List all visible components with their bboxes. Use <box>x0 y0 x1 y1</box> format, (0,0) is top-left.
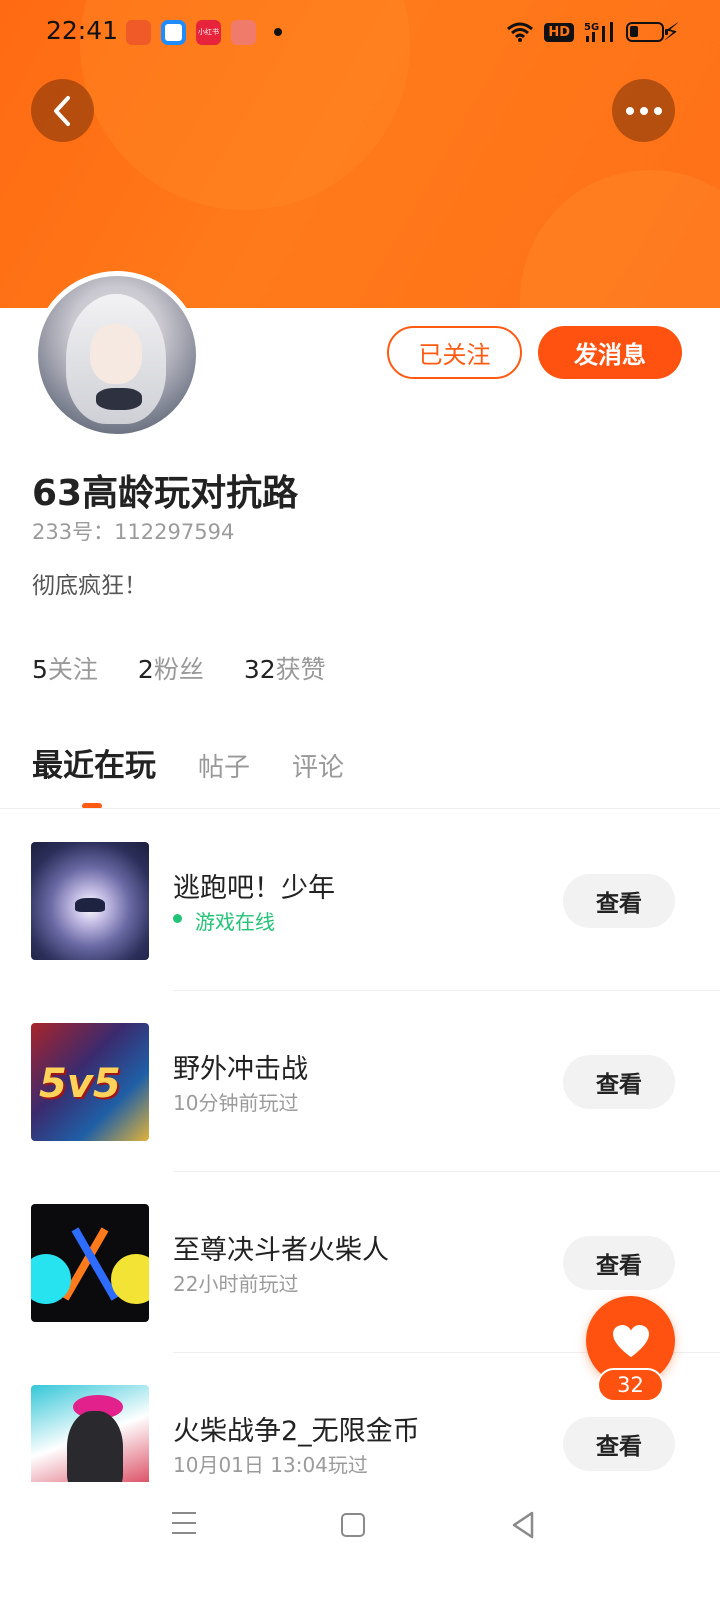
system-nav-bar <box>0 1482 720 1600</box>
username: 63高龄玩对抗路 <box>32 473 299 514</box>
svg-text:5G: 5G <box>584 22 599 33</box>
banner-decoration <box>520 170 720 308</box>
game-icon <box>31 1385 149 1483</box>
more-button[interactable] <box>612 79 675 142</box>
tab-recently-played[interactable]: 最近在玩 <box>32 740 156 785</box>
game-last-played: 10分钟前玩过 <box>173 1091 299 1115</box>
back-button[interactable] <box>31 79 94 142</box>
online-dot-icon <box>173 914 182 923</box>
stat-fans[interactable]: 2粉丝 <box>138 650 204 686</box>
system-icons: HD 5G <box>506 18 668 46</box>
game-last-played: 10月01日 13:04玩过 <box>173 1453 368 1477</box>
status-bar: 22:41 小红书 HD 5G ⚡ <box>0 0 720 64</box>
back-triangle-icon[interactable] <box>510 1510 536 1540</box>
profile-stats: 5关注 2粉丝 32获赞 <box>32 650 326 686</box>
game-icon <box>31 842 149 960</box>
more-notifications-dot <box>274 28 282 36</box>
stat-number: 32 <box>243 655 276 684</box>
game-icon <box>31 1204 149 1322</box>
menu-icon[interactable] <box>172 1512 196 1542</box>
avatar[interactable] <box>33 271 201 439</box>
following-button[interactable]: 已关注 <box>387 326 522 379</box>
game-title: 逃跑吧！少年 <box>173 873 335 904</box>
game-title: 火柴战争2_无限金币 <box>173 1416 420 1447</box>
heart-icon <box>612 1324 649 1357</box>
list-item[interactable]: 5v5 野外冲击战 10分钟前玩过 查看 <box>0 991 720 1172</box>
game-icon-text: 5v5 <box>39 1061 121 1107</box>
chevron-left-icon <box>53 95 70 126</box>
tab-posts[interactable]: 帖子 <box>198 747 250 784</box>
game-status: 游戏在线 <box>173 906 275 935</box>
send-message-button[interactable]: 发消息 <box>538 326 682 379</box>
hd-icon: HD <box>544 22 574 42</box>
view-game-button[interactable]: 查看 <box>563 874 675 928</box>
game-last-played: 22小时前玩过 <box>173 1272 299 1296</box>
signal-icon: 5G <box>584 22 613 42</box>
profile-page: 22:41 小红书 HD 5G ⚡ 已关注 发消息 63高龄玩对抗路 233号：… <box>0 0 720 1600</box>
more-dots-icon <box>625 106 662 115</box>
wifi-icon <box>507 22 534 42</box>
home-square-icon[interactable] <box>341 1513 365 1537</box>
like-count: 32 <box>597 1368 664 1402</box>
battery-icon <box>626 22 668 42</box>
status-time: 22:41 <box>46 16 119 45</box>
stat-number: 2 <box>137 655 154 684</box>
profile-tabs: 最近在玩 帖子 评论 <box>32 740 386 785</box>
view-game-button[interactable]: 查看 <box>563 1236 675 1290</box>
bio: 彻底疯狂！ <box>32 573 147 599</box>
reader-icon <box>231 20 256 45</box>
stat-number: 5 <box>32 655 48 684</box>
game-status-text: 游戏在线 <box>195 910 275 934</box>
xiaohongshu-icon: 小红书 <box>196 20 221 45</box>
stat-following[interactable]: 5关注 <box>32 650 98 686</box>
divider <box>0 808 720 809</box>
stat-label: 获赞 <box>275 655 326 684</box>
user-id: 233号：112297594 <box>32 520 235 544</box>
stat-label: 关注 <box>47 655 98 684</box>
view-game-button[interactable]: 查看 <box>563 1055 675 1109</box>
game-icon: 5v5 <box>31 1023 149 1141</box>
stat-likes[interactable]: 32获赞 <box>244 650 326 686</box>
avatar-image <box>38 276 196 434</box>
charging-icon: ⚡ <box>663 18 680 46</box>
game-title: 野外冲击战 <box>173 1054 308 1085</box>
browser-icon <box>161 20 186 45</box>
list-item[interactable]: 逃跑吧！少年 游戏在线 查看 <box>0 810 720 991</box>
stat-label: 粉丝 <box>153 655 204 684</box>
game-title: 至尊决斗者火柴人 <box>173 1235 389 1266</box>
tab-comments[interactable]: 评论 <box>292 747 344 784</box>
view-game-button[interactable]: 查看 <box>563 1417 675 1471</box>
kuaishou-icon <box>126 20 151 45</box>
